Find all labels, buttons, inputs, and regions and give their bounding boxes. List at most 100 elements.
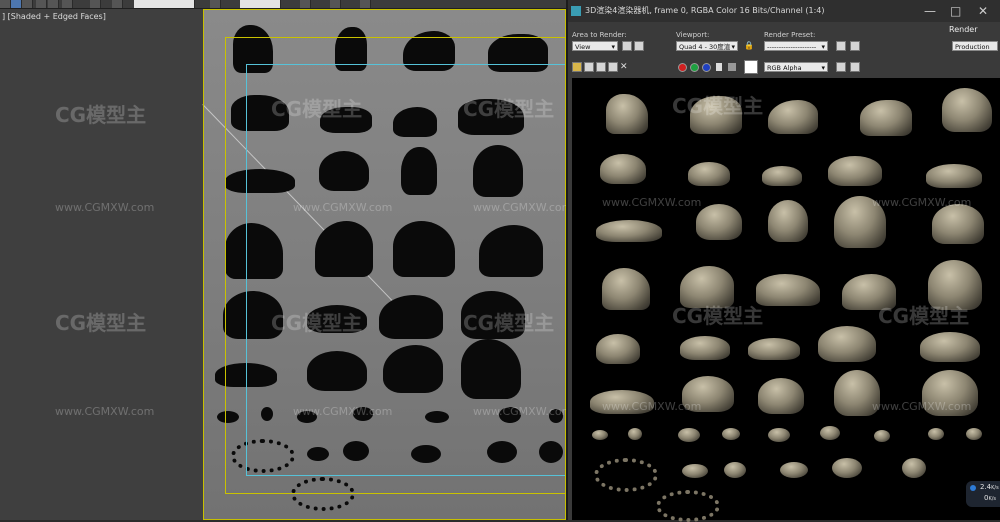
close-button[interactable]: ✕ (978, 0, 988, 22)
rendered-rock (748, 338, 800, 360)
window-titlebar[interactable]: 3D渲染4渲染器机, frame 0, RGBA Color 16 Bits/C… (568, 0, 1000, 22)
chevron-down-icon: ▾ (731, 43, 735, 51)
window-title: 3D渲染4渲染器机, frame 0, RGBA Color 16 Bits/C… (585, 6, 825, 15)
rendered-rock (920, 332, 980, 362)
rendered-rock (606, 94, 648, 134)
rendered-rock-ring (656, 490, 720, 522)
watermark-logo: CG模型主 (463, 97, 555, 121)
chevron-down-icon: ▾ (821, 64, 825, 72)
save-image-icon[interactable] (572, 62, 582, 72)
green-channel-icon[interactable] (690, 63, 699, 72)
area-to-render-dropdown[interactable]: View ▾ (572, 41, 618, 51)
toolbar-button[interactable] (330, 0, 341, 8)
toolbar-button[interactable] (62, 0, 73, 8)
render-mode-dropdown[interactable]: Production (952, 41, 998, 51)
rendered-rock (678, 428, 700, 442)
rendered-rock (680, 336, 730, 360)
toolbar-button[interactable] (22, 0, 33, 8)
swatch-icon[interactable] (744, 60, 758, 74)
render-button[interactable]: Render (949, 25, 977, 34)
watermark-url: www.CGMXW.com (293, 201, 393, 214)
select-tool-button[interactable] (11, 0, 22, 8)
upload-indicator-icon (970, 485, 976, 491)
rendered-rock-ring (594, 458, 658, 492)
channel-dropdown[interactable]: RGB Alpha ▾ (764, 62, 828, 72)
rendered-rock (696, 204, 742, 240)
rendered-rock (832, 458, 862, 478)
render-preset-dropdown[interactable]: --------------------- ▾ (764, 41, 828, 51)
blue-channel-icon[interactable] (702, 63, 711, 72)
upload-rate: 2.4K/s (980, 483, 999, 491)
watermark-url: www.CGMXW.com (872, 196, 972, 209)
rendered-rock (768, 200, 808, 242)
rendered-rock (768, 428, 790, 442)
download-rate-unit: K/s (988, 496, 997, 502)
left-viewport[interactable]: ] [Shaded + Edged Faces] CG模型主 www.CGMXW… (0, 9, 203, 520)
watermark-url: www.CGMXW.com (473, 201, 573, 214)
environment-icon[interactable] (850, 41, 860, 51)
network-stats-widget[interactable]: 2.4K/s 0K/s (966, 481, 1000, 507)
main-toolbar (0, 0, 566, 9)
watermark-url: www.CGMXW.com (602, 196, 702, 209)
watermark-url: www.CGMXW.com (872, 400, 972, 413)
rendered-rock (592, 430, 608, 440)
rendered-image[interactable]: CG模型主 www.CGMXW.com www.CGMXW.com CG模型主 … (572, 78, 1000, 522)
toggle-ui-icon[interactable] (850, 62, 860, 72)
toolbar-dropdown[interactable] (240, 0, 281, 8)
viewport-value: Quad 4 - 30度渲 (679, 43, 731, 51)
watermark-url: www.CGMXW.com (293, 405, 393, 418)
rendered-rock (724, 462, 746, 478)
toggle-ui-overlay-icon[interactable] (836, 62, 846, 72)
watermark-logo: CG模型主 (55, 103, 147, 127)
toolbar-button[interactable] (48, 0, 59, 8)
lock-icon[interactable]: 🔒 (744, 41, 754, 51)
toolbar-dropdown[interactable] (134, 0, 195, 8)
print-icon[interactable] (608, 62, 618, 72)
toolbar-button[interactable] (300, 0, 311, 8)
viewport-label[interactable]: ] [Shaded + Edged Faces] (2, 12, 106, 21)
app-icon (571, 5, 581, 16)
toolbar-button[interactable] (90, 0, 101, 8)
watermark-url: www.CGMXW.com (473, 405, 573, 418)
monochrome-icon[interactable] (728, 63, 736, 71)
rendered-frame-window: 3D渲染4渲染器机, frame 0, RGBA Color 16 Bits/C… (566, 0, 1000, 522)
alpha-channel-icon[interactable] (716, 63, 722, 71)
viewport-dropdown[interactable]: Quad 4 - 30度渲 ▾ (676, 41, 738, 51)
toolbar-button[interactable] (0, 0, 11, 8)
clone-window-icon[interactable] (596, 62, 606, 72)
rendered-rock (874, 430, 890, 442)
maximize-button[interactable]: □ (950, 0, 961, 22)
toolbar-button[interactable] (210, 0, 221, 8)
perspective-viewport[interactable]: CG模型主 CG模型主 www.CGMXW.com www.CGMXW.com … (202, 9, 572, 520)
red-channel-icon[interactable] (678, 63, 687, 72)
active-viewport-border (203, 9, 566, 520)
toolbar-button[interactable] (112, 0, 123, 8)
watermark-logo: CG模型主 (271, 97, 363, 121)
rendered-rock (602, 268, 650, 310)
edit-region-icon[interactable] (622, 41, 632, 51)
clear-icon[interactable]: ✕ (620, 62, 630, 72)
watermark-url: www.CGMXW.com (602, 400, 702, 413)
area-to-render-label: Area to Render: (572, 31, 627, 39)
rendered-rock (762, 166, 802, 186)
watermark-url: www.CGMXW.com (55, 201, 155, 214)
rendered-rock (596, 334, 640, 364)
render-setup-icon[interactable] (836, 41, 846, 51)
rendered-rock (928, 428, 944, 440)
channel-value: RGB Alpha (767, 64, 802, 72)
rendered-rock (600, 154, 646, 184)
toolbar-button[interactable] (360, 0, 371, 8)
auto-region-icon[interactable] (634, 41, 644, 51)
toolbar-button[interactable] (36, 0, 47, 8)
rendered-rock (756, 274, 820, 306)
download-rate: 0K/s (984, 494, 996, 502)
rendered-rock (820, 426, 840, 440)
watermark-logo: CG模型主 (55, 311, 147, 335)
rendered-rock (758, 378, 804, 414)
rendered-rock (768, 100, 818, 134)
upload-rate-unit: K/s (991, 485, 999, 491)
copy-image-icon[interactable] (584, 62, 594, 72)
minimize-button[interactable]: — (924, 0, 936, 22)
rendered-rock (780, 462, 808, 478)
upload-rate-value: 2.4 (980, 483, 992, 491)
